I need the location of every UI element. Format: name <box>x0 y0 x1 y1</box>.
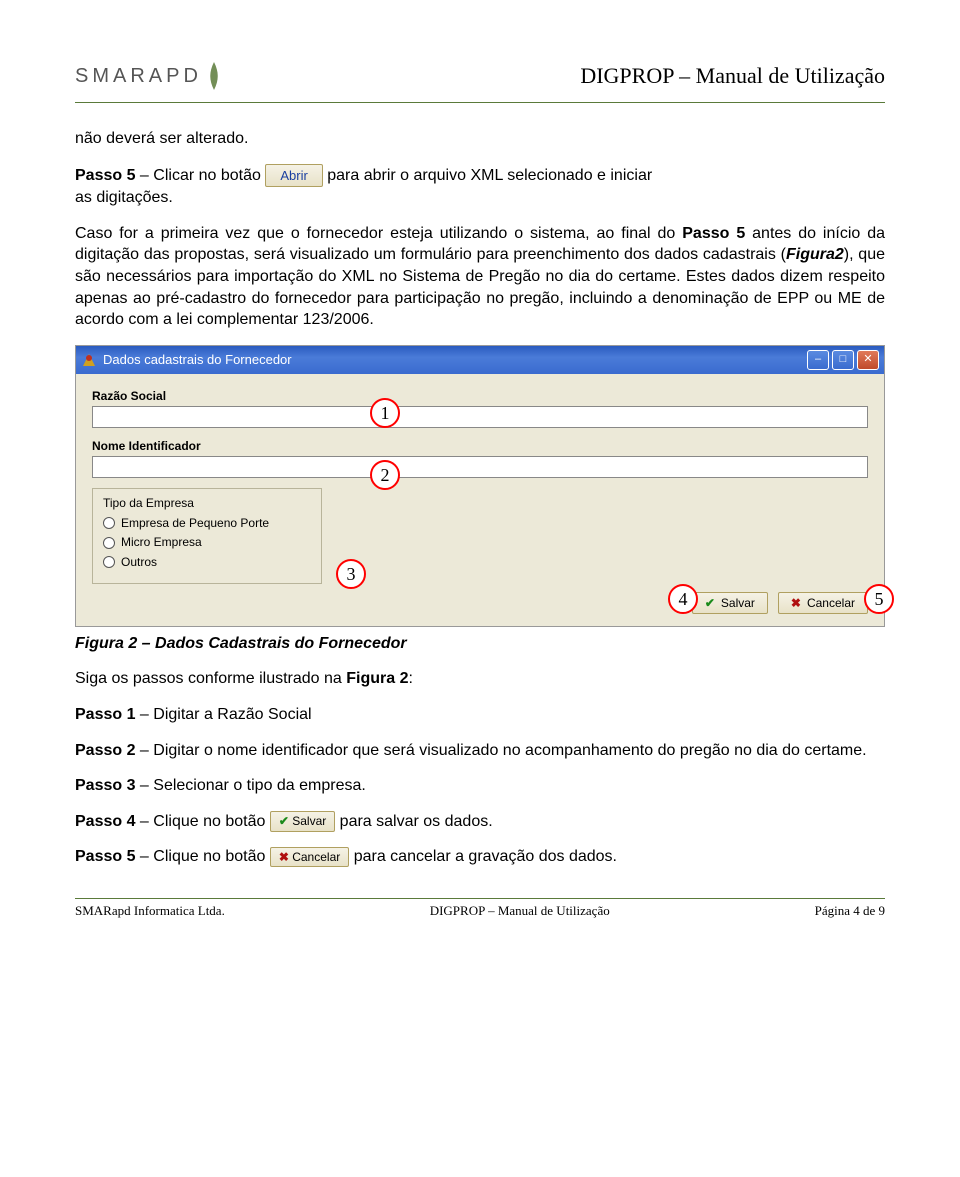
callout-3: 3 <box>336 559 366 589</box>
paragraph-step3: Passo 3 – Selecionar o tipo da empresa. <box>75 775 885 797</box>
text: as digitações. <box>75 189 173 206</box>
maximize-button[interactable]: □ <box>832 350 854 370</box>
razao-social-label: Razão Social <box>92 388 868 404</box>
paragraph-step5: Passo 5 – Clique no botão ✖ Cancelar par… <box>75 846 885 868</box>
paragraph-step1: Passo 1 – Digitar a Razão Social <box>75 704 885 726</box>
text: Caso for a primeira vez que o fornecedor… <box>75 225 682 242</box>
paragraph: Siga os passos conforme ilustrado na Fig… <box>75 668 885 690</box>
text: – Clicar no botão <box>135 167 265 184</box>
text: para salvar os dados. <box>335 813 492 830</box>
page-header: SMARAPD DIGPROP – Manual de Utilização <box>75 60 885 103</box>
window-titlebar: Dados cadastrais do Fornecedor – □ ✕ <box>76 346 884 374</box>
radio-icon <box>103 517 115 529</box>
radio-icon <box>103 537 115 549</box>
text: para cancelar a gravação dos dados. <box>349 848 617 865</box>
radio-label: Micro Empresa <box>121 534 202 550</box>
nome-identificador-input[interactable] <box>92 456 868 478</box>
app-icon <box>81 352 97 368</box>
radio-me[interactable]: Micro Empresa <box>103 534 311 550</box>
window-controls: – □ ✕ <box>807 350 879 370</box>
button-label: Cancelar <box>292 850 340 864</box>
salvar-button[interactable]: ✔ Salvar <box>692 592 768 614</box>
figure-ref: Figura 2 <box>346 670 408 687</box>
radio-epp[interactable]: Empresa de Pequeno Porte <box>103 515 311 531</box>
dialog-body: Razão Social 1 Nome Identificador 2 Tipo… <box>76 374 884 626</box>
check-icon: ✔ <box>705 596 715 610</box>
leaf-icon <box>202 60 226 92</box>
minimize-button[interactable]: – <box>807 350 829 370</box>
text: para abrir o arquivo XML selecionado e i… <box>327 167 652 184</box>
footer-center: DIGPROP – Manual de Utilização <box>430 903 610 919</box>
text: Siga os passos conforme ilustrado na <box>75 670 346 687</box>
logo: SMARAPD <box>75 60 228 92</box>
callout-4: 4 <box>668 584 698 614</box>
step-label: Passo 5 <box>75 167 135 184</box>
footer-right: Página 4 de 9 <box>815 903 885 919</box>
dialog-buttons: 4 ✔Salvar ✖Cancelar 5 <box>92 592 868 614</box>
radio-label: Outros <box>121 554 157 570</box>
text: – Clique no botão <box>135 813 269 830</box>
cancelar-button[interactable]: ✖ Cancelar <box>778 592 868 614</box>
cancelar-button-inline[interactable]: ✖ Cancelar <box>270 847 349 867</box>
check-icon: ✔ <box>279 814 289 828</box>
page-footer: SMARapd Informatica Ltda. DIGPROP – Manu… <box>75 898 885 919</box>
logo-text: SMARAPD <box>75 65 202 88</box>
text: – Digitar o nome identificador que será … <box>135 742 866 759</box>
callout-2: 2 <box>370 460 400 490</box>
step-label: Passo 3 <box>75 777 135 794</box>
callout-1: 1 <box>370 398 400 428</box>
text: – Selecionar o tipo da empresa. <box>135 777 365 794</box>
dialog-screenshot: Dados cadastrais do Fornecedor – □ ✕ Raz… <box>75 345 885 627</box>
document-title: DIGPROP – Manual de Utilização <box>580 63 885 89</box>
button-label: Salvar <box>721 596 755 610</box>
tipo-empresa-group: Tipo da Empresa Empresa de Pequeno Porte… <box>92 488 322 584</box>
button-label: Salvar <box>292 814 326 828</box>
footer-left: SMARapd Informatica Ltda. <box>75 903 225 919</box>
figure-caption: Figura 2 – Dados Cadastrais do Fornecedo… <box>75 633 885 655</box>
step-label: Passo 4 <box>75 813 135 830</box>
x-icon: ✖ <box>791 596 801 610</box>
window-title: Dados cadastrais do Fornecedor <box>103 351 292 369</box>
nome-identificador-label: Nome Identificador <box>92 438 868 454</box>
paragraph: Caso for a primeira vez que o fornecedor… <box>75 223 885 331</box>
step-ref: Passo 5 <box>682 225 745 242</box>
figure-ref: Figura2 <box>786 246 844 263</box>
salvar-button-inline[interactable]: ✔ Salvar <box>270 811 335 831</box>
text: – Clique no botão <box>135 848 269 865</box>
paragraph-passo5: Passo 5 – Clicar no botão Abrir para abr… <box>75 164 885 209</box>
x-icon: ✖ <box>279 850 289 864</box>
step-label: Passo 2 <box>75 742 135 759</box>
callout-5: 5 <box>864 584 894 614</box>
radio-outros[interactable]: Outros <box>103 554 311 570</box>
radio-label: Empresa de Pequeno Porte <box>121 515 269 531</box>
paragraph: não deverá ser alterado. <box>75 128 885 150</box>
step-label: Passo 5 <box>75 848 135 865</box>
text: – Digitar a Razão Social <box>135 706 311 723</box>
button-label: Cancelar <box>807 596 855 610</box>
razao-social-input[interactable] <box>92 406 868 428</box>
group-title: Tipo da Empresa <box>103 495 311 511</box>
text: : <box>409 670 413 687</box>
radio-icon <box>103 556 115 568</box>
paragraph-step2: Passo 2 – Digitar o nome identificador q… <box>75 740 885 762</box>
body-content: não deverá ser alterado. Passo 5 – Clica… <box>75 128 885 868</box>
paragraph-step4: Passo 4 – Clique no botão ✔ Salvar para … <box>75 811 885 833</box>
step-label: Passo 1 <box>75 706 135 723</box>
close-button[interactable]: ✕ <box>857 350 879 370</box>
abrir-button[interactable]: Abrir <box>265 164 322 188</box>
